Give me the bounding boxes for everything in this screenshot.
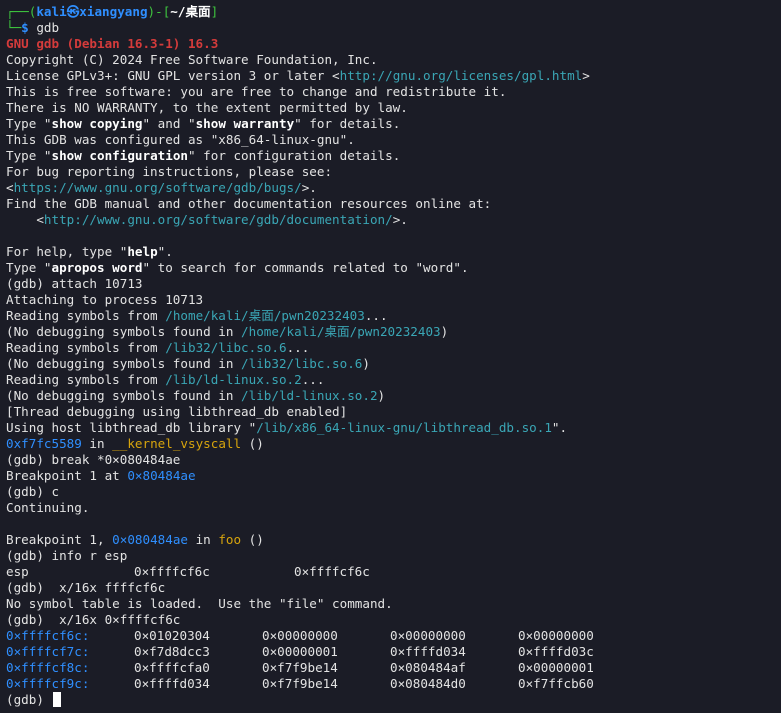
shell-prompt-top: ┌──(kali㉿xiangyang)-[~/桌面] [6,4,781,20]
free-software-line: This is free software: you are free to c… [6,84,507,99]
shell-prompt-bottom: └─$ gdb [6,20,781,36]
prompt-at-symbol: ㉿ [66,4,80,19]
find-manual-line: Find the GDB manual and other documentat… [6,196,492,211]
show-copying-line: Type "show copying" and "show warranty" … [6,116,401,131]
no-warranty-line: There is NO WARRANTY, to the extent perm… [6,100,408,115]
breakpoint-hit-line: Breakpoint 1, 0×080484ae in foo () [6,532,264,547]
apropos-line: Type "apropos word" to search for comman… [6,260,469,275]
attach-command: (gdb) attach 10713 [6,276,143,291]
documentation-link[interactable]: http://www.gnu.org/software/gdb/document… [44,212,393,227]
bugs-link[interactable]: https://www.gnu.org/software/gdb/bugs/ [14,180,302,195]
register-esp-line: esp 0×ffffcf6c 0×ffffcf6c [6,564,370,579]
prompt-frame-end: ] [210,4,219,19]
prompt-path: ~/桌面 [170,4,211,19]
memory-dump: 0×ffffcf6c: 0×01020304 0×00000000 0×0000000… [6,628,781,692]
prompt-frame-mid: )-[ [147,4,171,19]
info-register-command: (gdb) info r esp [6,548,128,563]
memory-row: 0×ffffcf9c: 0×ffffd034 0×f7f9be14 0×080484d… [6,676,594,691]
no-symbol-table-line: No symbol table is loaded. Use the "file… [6,596,393,611]
terminal-output[interactable]: ┌──(kali㉿xiangyang)-[~/桌面] └─$ gdb GNU g… [0,0,781,708]
gdb-version: GNU gdb (Debian 16.3-1) 16.3 [6,36,219,51]
prompt-host: xiangyang [79,4,148,19]
gdb-prompt: (gdb) [6,692,52,707]
doc-url-line: <http://www.gnu.org/software/gdb/documen… [6,212,408,227]
break-command: (gdb) break *0×080484ae [6,452,181,467]
memory-row: 0×ffffcf7c: 0×f7d8dcc3 0×00000001 0×ffffd03… [6,644,594,659]
help-line: For help, type "help". [6,244,173,259]
prompt-frame-top: ┌──( [6,4,37,19]
examine-command: (gdb) x/16x 0×ffffcf6c [6,612,181,627]
text-cursor[interactable] [52,692,61,707]
breakpoint-set-line: Breakpoint 1 at 0×80484ae [6,468,196,483]
bugs-url-line: <https://www.gnu.org/software/gdb/bugs/>… [6,180,317,195]
no-debug-symbols-line: (No debugging symbols found in /lib/ld-l… [6,388,386,403]
license-line: License GPLv3+: GNU GPL version 3 or lat… [6,68,590,83]
stop-location-line: 0xf7fc5589 in __kernel_vsyscall () [6,436,264,451]
no-debug-symbols-line: (No debugging symbols found in /home/kal… [6,324,449,339]
show-configuration-line: Type "show configuration" for configurat… [6,148,401,163]
host-libthread-line: Using host libthread_db library "/lib/x8… [6,420,568,435]
copyright-line: Copyright (C) 2024 Free Software Foundat… [6,52,378,67]
prompt-user: kali [36,4,67,19]
reading-symbols-line: Reading symbols from /lib/ld-linux.so.2.… [6,372,325,387]
configured-line: This GDB was configured as "x86_64-linux… [6,132,355,147]
reading-symbols-line: Reading symbols from /home/kali/桌面/pwn20… [6,308,388,323]
thread-debugging-line: [Thread debugging using libthread_db ena… [6,404,348,419]
attaching-line: Attaching to process 10713 [6,292,204,307]
license-link[interactable]: http://gnu.org/licenses/gpl.html [340,68,583,83]
prompt-frame-bottom: └─ [6,20,22,35]
memory-row: 0×ffffcf8c: 0×ffffcfa0 0×f7f9be14 0×080484a… [6,660,594,675]
memory-row: 0×ffffcf6c: 0×01020304 0×00000000 0×0000000… [6,628,594,643]
no-debug-symbols-line: (No debugging symbols found in /lib32/li… [6,356,370,371]
shell-command: gdb [28,20,60,35]
prompt-dollar: $ [21,20,29,35]
reading-symbols-line: Reading symbols from /lib32/libc.so.6... [6,340,310,355]
bug-reporting-line: For bug reporting instructions, please s… [6,164,333,179]
continue-command: (gdb) c [6,484,60,499]
gdb-input-line[interactable]: (gdb) [6,692,781,708]
examine-command-bad: (gdb) x/16x ffffcf6c [6,580,166,595]
continuing-line: Continuing. [6,500,90,515]
